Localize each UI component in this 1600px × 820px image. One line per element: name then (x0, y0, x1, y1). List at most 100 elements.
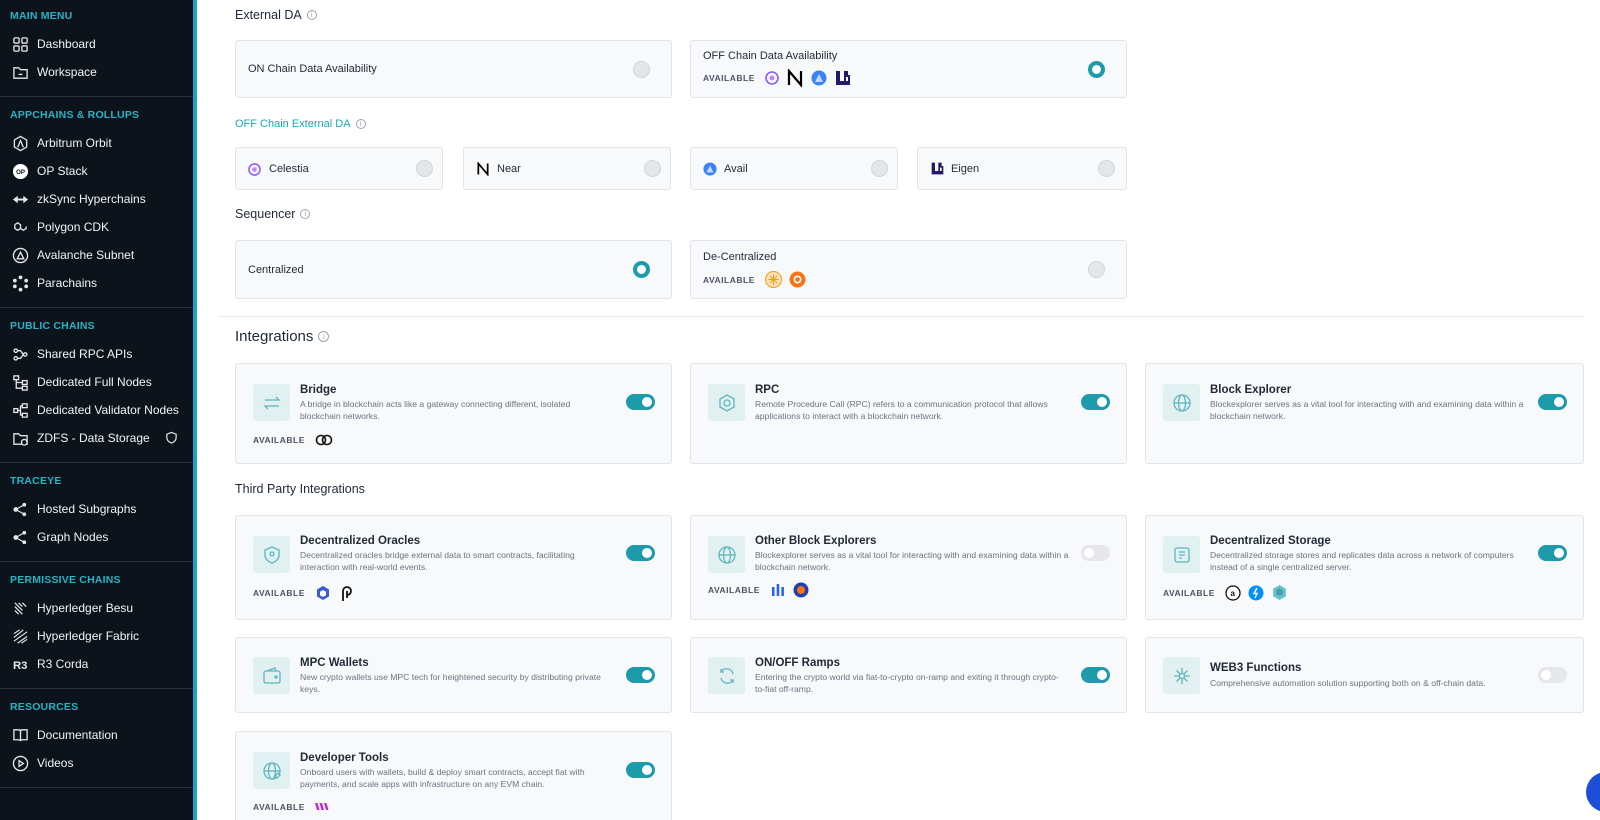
off-chain-da-radio[interactable] (1088, 61, 1105, 78)
da-option-avail[interactable]: Avail (690, 147, 898, 190)
sequencer-title: Sequencer i (235, 207, 311, 221)
sidebar-item-label: Hyperledger Besu (37, 601, 134, 615)
da-option-radio[interactable] (871, 160, 888, 177)
sidebar-item-graph-nodes[interactable]: Graph Nodes (0, 523, 193, 551)
on-chain-da-card[interactable]: ON Chain Data Availability (235, 40, 672, 98)
globe-icon (1163, 384, 1200, 421)
sidebar-item-arbitrum-orbit[interactable]: Arbitrum Orbit (0, 129, 193, 157)
web3-functions-toggle[interactable] (1538, 667, 1567, 683)
celestia-logo (765, 71, 779, 85)
dora-logo (793, 582, 809, 598)
off-chain-da-card[interactable]: OFF Chain Data Availability AVAILABLE (690, 40, 1127, 98)
integration-card-web3-functions: WEB3 Functions Comprehensive automation … (1145, 637, 1584, 713)
svg-text:a: a (1230, 589, 1235, 598)
sidebar: MAIN MENU Dashboard Workspace APPCHAINS … (0, 0, 197, 820)
sidebar-section-public-chains: PUBLIC CHAINS Shared RPC APIs Dedicated … (0, 308, 193, 463)
block-explorer-toggle[interactable] (1538, 394, 1567, 410)
integration-desc: Decentralized oracles bridge external da… (300, 550, 575, 572)
other-block-explorers-toggle[interactable] (1081, 545, 1110, 561)
integration-card-rpc: RPC Remote Procedure Call (RPC) refers t… (690, 363, 1127, 464)
info-icon[interactable]: i (306, 10, 317, 20)
section-title-text: OFF Chain External DA (235, 118, 351, 130)
sidebar-item-label: Parachains (37, 276, 98, 290)
integration-desc: Blockexplorer serves as a vital tool for… (755, 550, 1069, 572)
sidebar-heading: APPCHAINS & ROLLUPS (10, 109, 140, 121)
sidebar-item-label: Arbitrum Orbit (37, 136, 112, 150)
sidebar-item-dedicated-full-nodes[interactable]: Dedicated Full Nodes (0, 368, 193, 396)
off-chain-da-label: OFF Chain Data Availability (703, 50, 838, 62)
da-option-celestia[interactable]: Celestia (235, 147, 443, 190)
da-option-eigen[interactable]: Eigen (917, 147, 1127, 190)
sequencer-decentralized-radio[interactable] (1088, 261, 1105, 278)
ramps-toggle[interactable] (1081, 667, 1110, 683)
oracles-toggle[interactable] (626, 545, 655, 561)
da-option-label: Celestia (269, 163, 309, 175)
mpc-wallets-toggle[interactable] (626, 667, 655, 683)
sidebar-item-documentation[interactable]: Documentation (0, 721, 193, 749)
arbitrum-icon (11, 134, 29, 152)
espresso-logo (764, 271, 782, 288)
sidebar-item-r3-corda[interactable]: R3 R3 Corda (0, 650, 193, 678)
developer-tools-toggle[interactable] (626, 762, 655, 778)
sidebar-section-main-menu: MAIN MENU Dashboard Workspace (0, 0, 193, 97)
integration-desc: Comprehensive automation solution suppor… (1210, 678, 1486, 688)
info-icon[interactable]: i (300, 209, 311, 219)
integration-title: ON/OFF Ramps (755, 657, 840, 669)
svg-text:R3: R3 (12, 660, 26, 672)
sidebar-item-videos[interactable]: Videos (0, 749, 193, 777)
decentralized-storage-toggle[interactable] (1538, 545, 1567, 561)
sidebar-item-zdfs[interactable]: ZDFS - Data Storage (0, 424, 193, 452)
integration-title: Bridge (300, 384, 337, 396)
integration-title: Other Block Explorers (755, 535, 877, 547)
da-option-label: Eigen (951, 163, 980, 175)
hyperlane-logo (315, 433, 333, 447)
info-icon[interactable]: i (355, 119, 366, 129)
sidebar-item-parachains[interactable]: Parachains (0, 269, 193, 297)
available-label: AVAILABLE (1163, 587, 1215, 598)
rpc-toggle[interactable] (1081, 394, 1110, 410)
sidebar-item-workspace[interactable]: Workspace (0, 58, 193, 86)
on-chain-da-radio[interactable] (633, 61, 650, 78)
sidebar-section-permissive-chains: PERMISSIVE CHAINS Hyperledger Besu Hyper… (0, 562, 193, 689)
sidebar-item-hyperledger-fabric[interactable]: Hyperledger Fabric (0, 622, 193, 650)
rpc-icon (708, 384, 745, 421)
sequencer-centralized-card[interactable]: Centralized (235, 240, 672, 299)
thirdweb-logo (314, 802, 329, 812)
sidebar-item-label: Dashboard (37, 37, 96, 51)
da-option-radio[interactable] (416, 160, 433, 177)
sidebar-section-resources: RESOURCES Documentation Videos (0, 689, 193, 788)
sidebar-item-avalanche-subnet[interactable]: Avalanche Subnet (0, 241, 193, 269)
sidebar-item-op-stack[interactable]: OP OP Stack (0, 157, 193, 185)
devtools-icon (253, 752, 290, 789)
sidebar-item-dedicated-validator-nodes[interactable]: Dedicated Validator Nodes (0, 396, 193, 424)
sidebar-item-label: zkSync Hyperchains (37, 192, 146, 206)
da-option-radio[interactable] (644, 160, 661, 177)
integration-title: Block Explorer (1210, 384, 1292, 396)
available-label: AVAILABLE (253, 588, 305, 598)
sidebar-heading: TRACEYE (10, 475, 62, 487)
sidebar-item-polygon-cdk[interactable]: Polygon CDK (0, 213, 193, 241)
da-option-radio[interactable] (1098, 160, 1115, 177)
ramp-icon (708, 657, 745, 694)
chainlink-logo (315, 585, 331, 601)
storage-icon (11, 429, 29, 447)
sidebar-item-zksync[interactable]: zkSync Hyperchains (0, 185, 193, 213)
sidebar-item-shared-rpc[interactable]: Shared RPC APIs (0, 340, 193, 368)
available-label: AVAILABLE (708, 585, 760, 595)
sidebar-item-hosted-subgraphs[interactable]: Hosted Subgraphs (0, 495, 193, 523)
available-label: AVAILABLE (703, 73, 755, 83)
besu-icon (11, 599, 29, 617)
sidebar-item-hyperledger-besu[interactable]: Hyperledger Besu (0, 594, 193, 622)
integration-title: Decentralized Storage (1210, 535, 1331, 547)
da-option-near[interactable]: Near (463, 147, 671, 190)
sidebar-item-label: Dedicated Validator Nodes (37, 403, 179, 417)
sequencer-decentralized-card[interactable]: De-Centralized AVAILABLE (690, 240, 1127, 299)
sidebar-item-label: Hyperledger Fabric (37, 629, 140, 643)
integration-card-decentralized-storage: Decentralized Storage Decentralized stor… (1145, 515, 1584, 620)
info-icon[interactable]: i (318, 331, 330, 342)
sidebar-item-label: OP Stack (37, 164, 88, 178)
sequencer-centralized-radio[interactable] (633, 261, 650, 278)
eigen-logo (930, 161, 945, 176)
bridge-toggle[interactable] (626, 394, 655, 410)
sidebar-item-dashboard[interactable]: Dashboard (0, 30, 193, 58)
